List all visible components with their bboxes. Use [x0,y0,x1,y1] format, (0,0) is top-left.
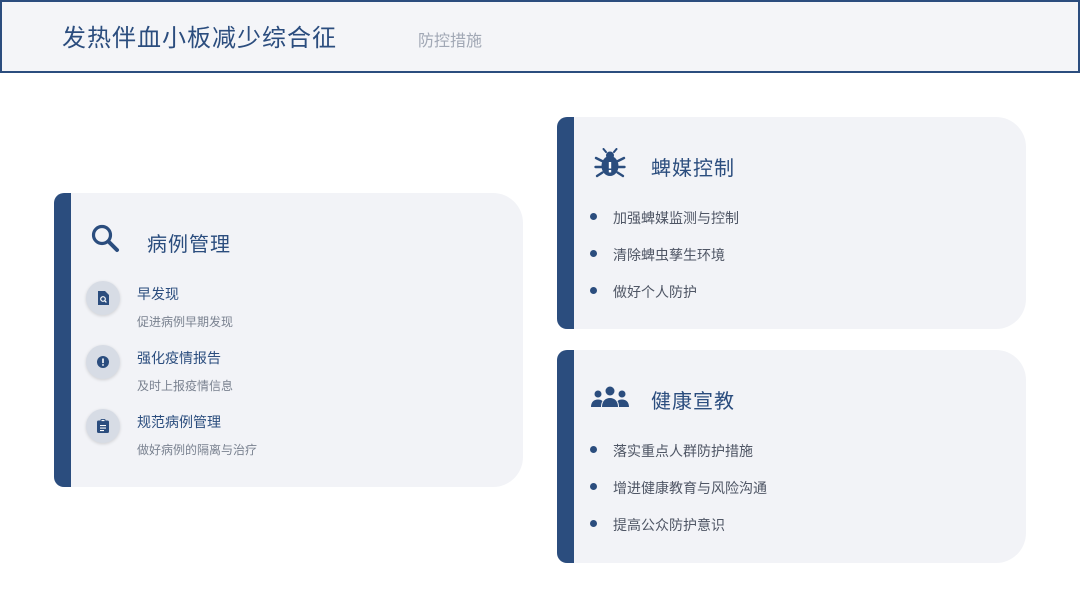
vector-control-item: 清除蜱虫孳生环境 [613,248,725,264]
bullet-dot [590,483,597,490]
bullet-dot [590,213,597,220]
case-item-desc: 促进病例早期发现 [137,315,234,329]
case-item-title: 强化疫情报告 [137,351,221,367]
case-management-title: 病例管理 [147,232,231,256]
health-education-title: 健康宣教 [651,389,735,413]
file-search-icon [86,281,120,315]
bullet-dot [590,250,597,257]
alert-icon [86,345,120,379]
case-item-desc: 做好病例的隔离与治疗 [137,443,258,457]
case-management-card: 病例管理 早发现 促进病例早期发现 强化疫情报告 及时上报疫情信息 规范病例管理… [54,193,523,487]
health-education-item: 增进健康教育与风险沟通 [613,481,767,497]
vector-control-item: 加强蜱媒监测与控制 [613,211,739,227]
health-education-item: 落实重点人群防护措施 [613,444,753,460]
header-bar: 发热伴血小板减少综合征 防控措施 [0,0,1080,73]
case-item-title: 早发现 [137,287,179,303]
bug-icon [594,148,626,184]
page-title: 发热伴血小板减少综合征 [62,24,337,52]
bullet-dot [590,287,597,294]
page-subtitle: 防控措施 [418,31,483,50]
vector-control-card: 蜱媒控制 加强蜱媒监测与控制 清除蜱虫孳生环境 做好个人防护 [557,117,1026,329]
bullet-dot [590,520,597,527]
case-item-desc: 及时上报疫情信息 [137,379,234,393]
group-icon [590,386,630,412]
health-education-item: 提高公众防护意识 [613,518,725,534]
vector-control-title: 蜱媒控制 [651,156,735,180]
bullet-dot [590,446,597,453]
search-icon [90,223,120,257]
health-education-card: 健康宣教 落实重点人群防护措施 增进健康教育与风险沟通 提高公众防护意识 [557,350,1026,563]
clipboard-icon [86,409,120,443]
case-item-title: 规范病例管理 [137,415,221,431]
vector-control-item: 做好个人防护 [613,285,697,301]
